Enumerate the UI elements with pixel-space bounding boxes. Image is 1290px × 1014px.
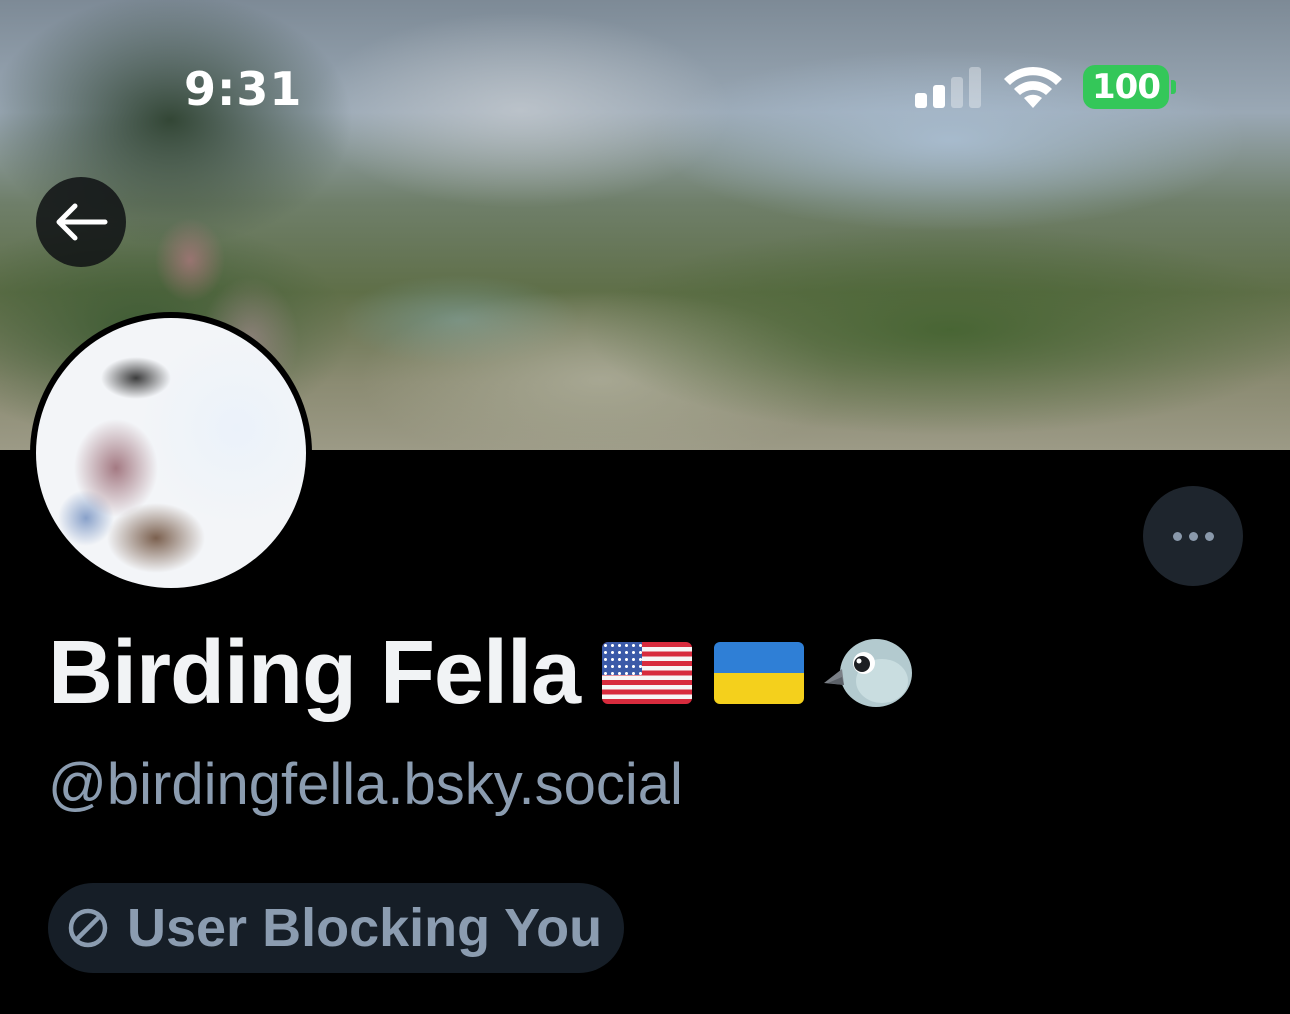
battery-tip [1171,80,1176,94]
ellipsis-icon [1172,531,1182,541]
ban-icon [68,908,108,948]
blocking-badge-label: User Blocking You [127,898,603,958]
user-blocking-you-badge: User Blocking You [48,883,624,973]
battery-icon: 100 [1083,65,1176,109]
us-flag-emoji [602,642,693,704]
cellular-signal-icon [915,66,983,108]
avatar-image [36,318,306,588]
display-name: Birding Fella [48,623,581,723]
ellipsis-icon-dot [1188,531,1198,541]
more-options-button[interactable] [1143,486,1243,586]
battery-level: 100 [1083,65,1169,109]
avatar[interactable] [30,312,312,594]
profile-handle: @birdingfella.bsky.social [48,752,683,817]
ukraine-flag-emoji [714,642,805,704]
wifi-icon [1002,64,1064,110]
back-arrow-icon [56,203,108,241]
ellipsis-icon-dot [1204,531,1214,541]
status-time: 9:31 [184,62,303,116]
bird-emoji [824,639,913,707]
display-name-row: Birding Fella [48,618,916,728]
back-button[interactable] [36,177,126,267]
